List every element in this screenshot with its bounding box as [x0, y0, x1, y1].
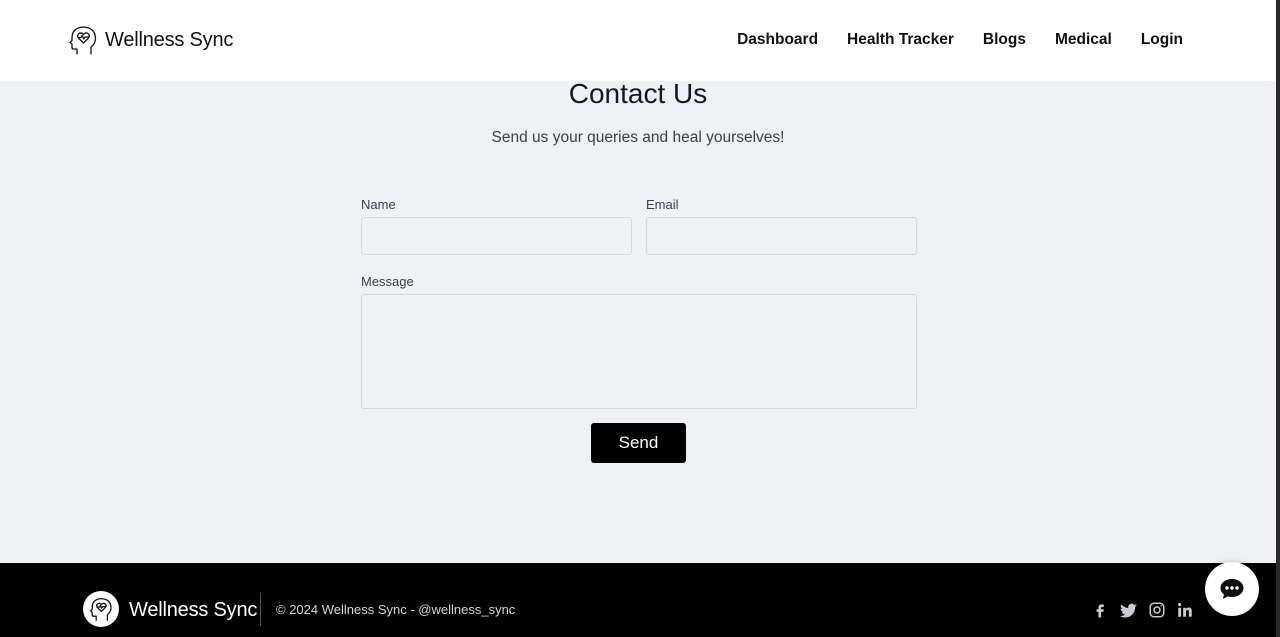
scrollbar[interactable] [1276, 0, 1280, 637]
nav-link-blogs[interactable]: Blogs [983, 31, 1026, 49]
message-textarea[interactable] [361, 294, 917, 409]
footer-brand-name: Wellness Sync [129, 599, 258, 621]
facebook-icon[interactable] [1090, 600, 1110, 620]
email-label: Email [646, 197, 679, 212]
footer: Wellness Sync © 2024 Wellness Sync - @we… [0, 563, 1276, 637]
linkedin-icon[interactable] [1175, 600, 1195, 620]
nav-link-medical[interactable]: Medical [1055, 31, 1112, 49]
name-label: Name [361, 197, 396, 212]
chat-button[interactable] [1205, 562, 1259, 616]
page-title: Contact Us [568, 78, 708, 109]
footer-divider [260, 593, 261, 626]
message-label: Message [361, 274, 414, 289]
send-button[interactable]: Send [591, 423, 686, 463]
page-subtitle: Send us your queries and heal yourselves… [491, 129, 785, 146]
head-heart-icon [69, 26, 97, 55]
footer-logo [83, 591, 119, 627]
twitter-icon[interactable] [1118, 600, 1138, 620]
head-heart-icon [89, 597, 112, 621]
email-input[interactable] [646, 217, 917, 255]
name-input[interactable] [361, 217, 632, 255]
nav-link-login[interactable]: Login [1141, 31, 1183, 49]
instagram-icon[interactable] [1147, 600, 1167, 620]
nav-link-health-tracker[interactable]: Health Tracker [847, 31, 954, 49]
chat-bubble-icon [1220, 579, 1244, 599]
copyright-text: © 2024 Wellness Sync - @wellness_sync [276, 602, 516, 617]
brand-name: Wellness Sync [105, 28, 234, 51]
nav-link-dashboard[interactable]: Dashboard [737, 31, 818, 49]
brand[interactable]: Wellness Sync [68, 24, 233, 56]
nav-links: Dashboard Health Tracker Blogs Medical L… [708, 31, 1183, 49]
navbar: Wellness Sync Dashboard Health Tracker B… [0, 0, 1276, 81]
